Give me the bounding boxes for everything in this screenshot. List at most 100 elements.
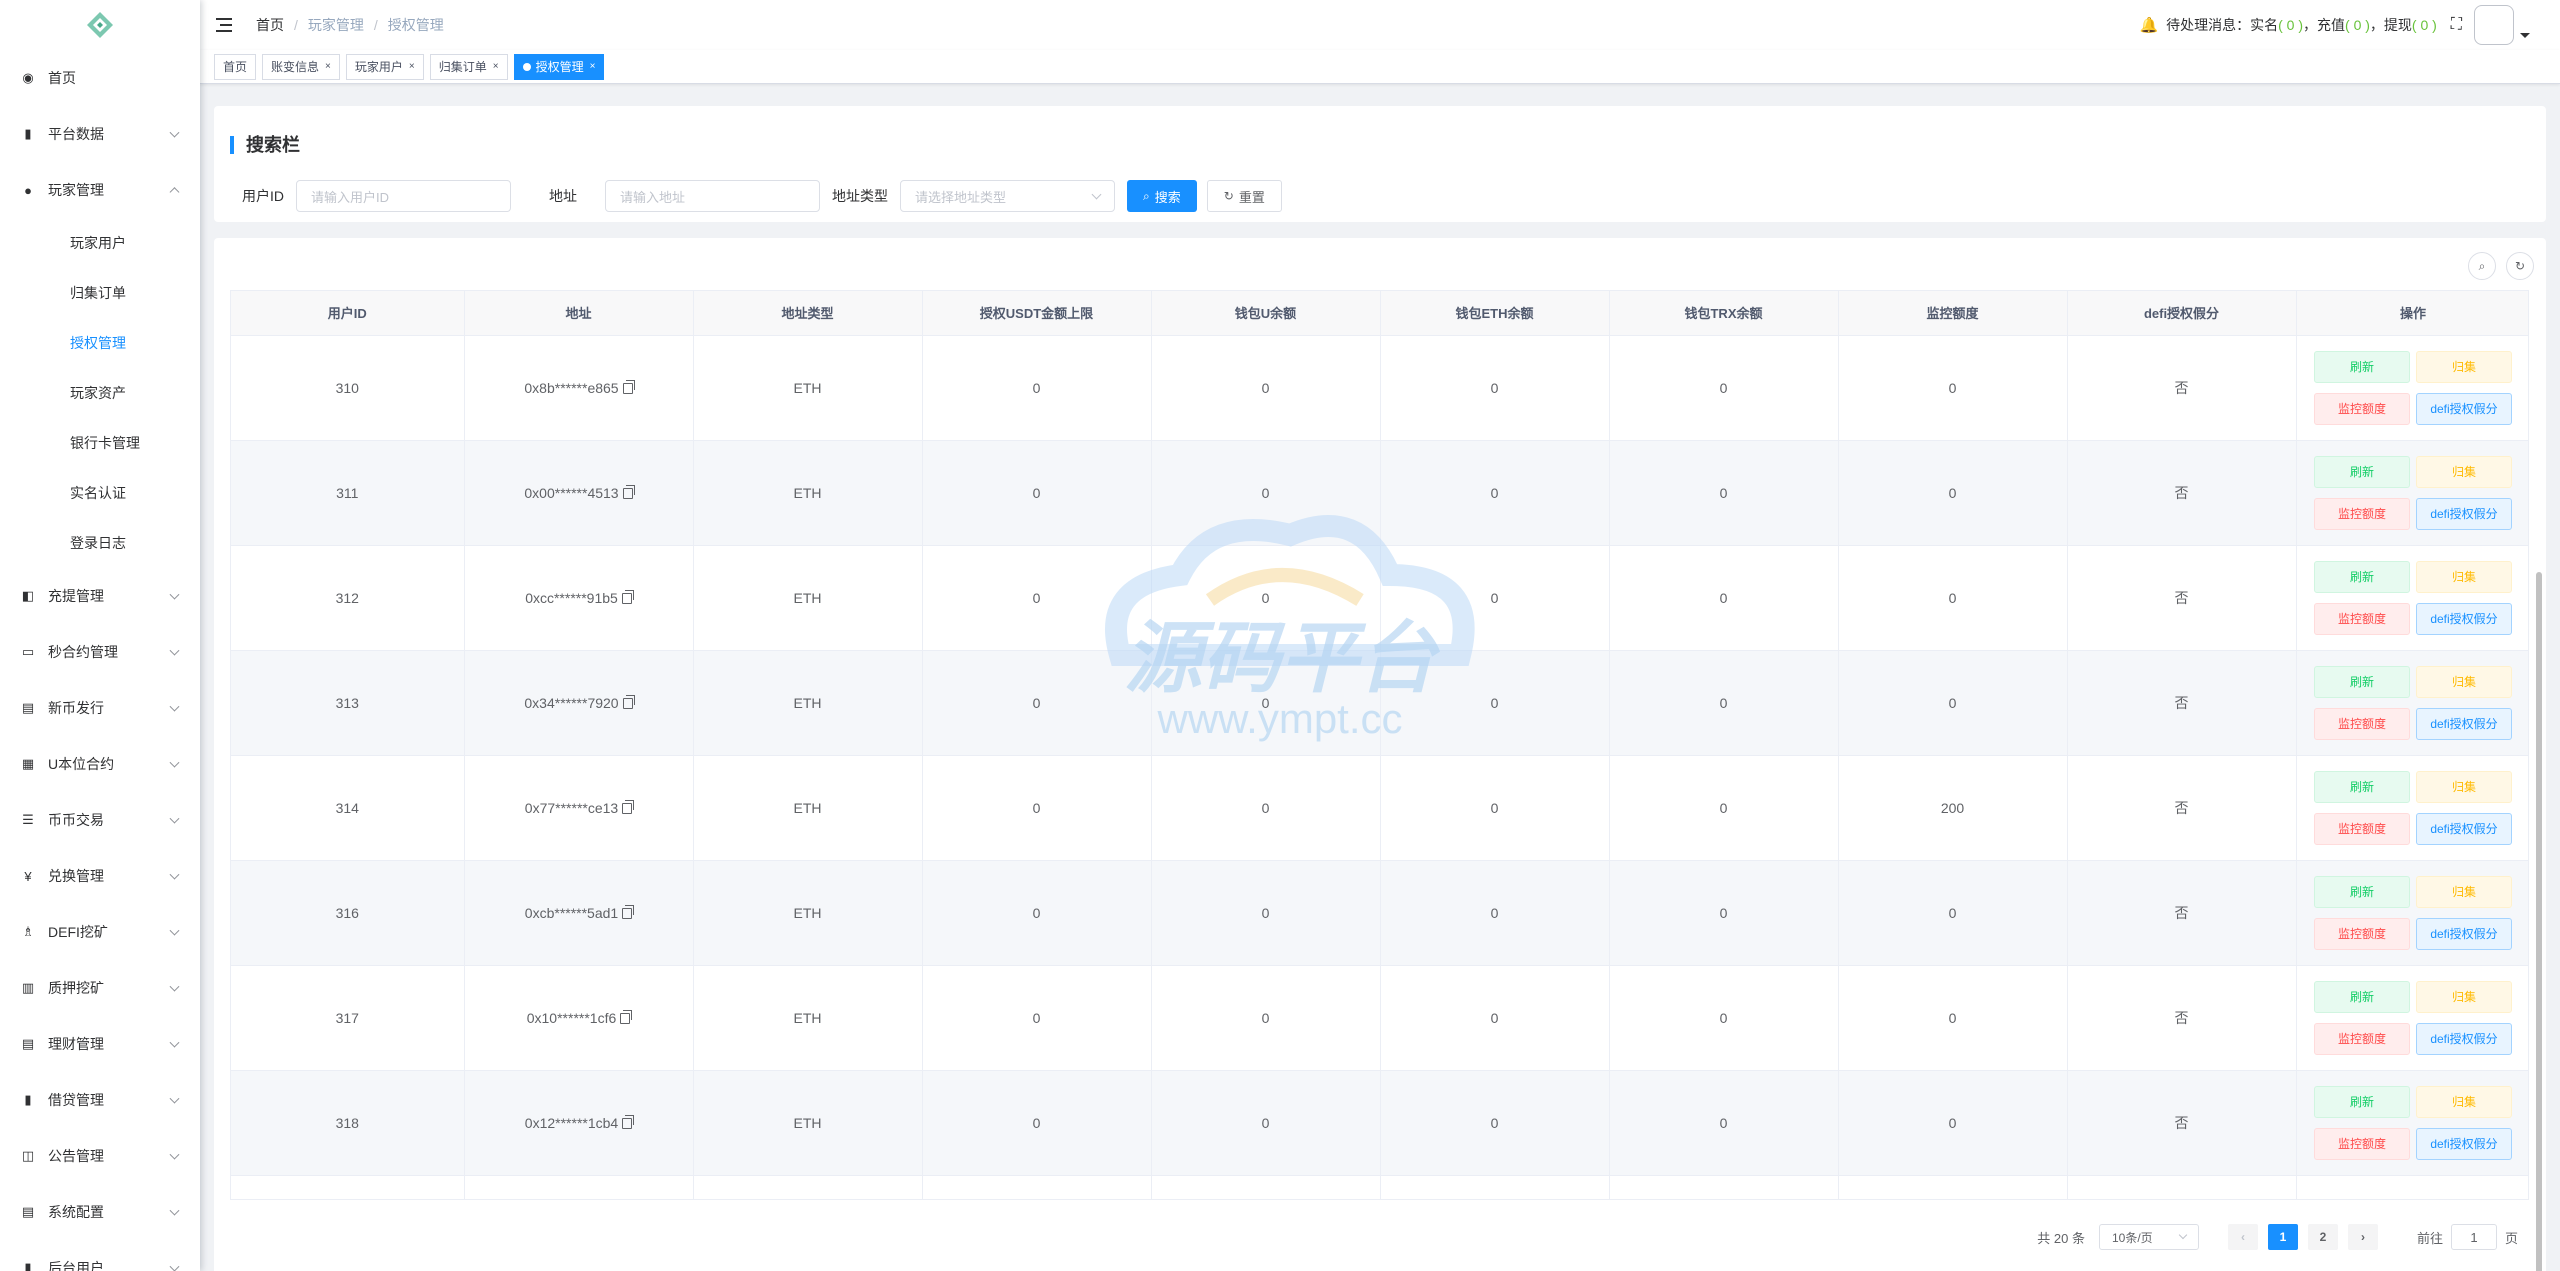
monitor-limit-button[interactable]: 监控额度 — [2314, 1022, 2410, 1055]
sidebar-subitem-4[interactable]: 银行卡管理 — [0, 418, 200, 468]
close-icon[interactable]: × — [590, 55, 596, 79]
copy-icon[interactable] — [621, 589, 634, 604]
monitor-limit-button[interactable]: 监控额度 — [2314, 392, 2410, 425]
caret-down-icon[interactable] — [2520, 32, 2530, 38]
copy-icon[interactable] — [622, 1114, 635, 1129]
pending-realname[interactable]: 实名( 0 ) — [2250, 15, 2303, 35]
defi-fake-score-button[interactable]: defi授权假分 — [2416, 1127, 2512, 1160]
tag-3[interactable]: 归集订单 × — [429, 53, 508, 80]
page-jump-input[interactable]: 1 — [2450, 1224, 2497, 1250]
refresh-button[interactable]: 刷新 — [2314, 1085, 2410, 1118]
sidebar-subitem-6[interactable]: 登录日志 — [0, 518, 200, 568]
cell-user_id — [231, 1175, 465, 1199]
monitor-limit-button[interactable]: 监控额度 — [2314, 497, 2410, 530]
pending-recharge[interactable]: 充值( 0 ) — [2317, 15, 2370, 35]
close-icon[interactable]: × — [325, 55, 331, 79]
collect-button[interactable]: 归集 — [2416, 665, 2512, 698]
close-icon[interactable]: × — [493, 55, 499, 79]
sidebar-item-6[interactable]: ▦ U本位合约 — [0, 736, 200, 792]
refresh-button[interactable]: 刷新 — [2314, 770, 2410, 803]
sidebar-item-2[interactable]: ● 玩家管理 — [0, 162, 200, 218]
page-1-button[interactable]: 1 — [2267, 1224, 2298, 1250]
tag-1[interactable]: 账变信息 × — [262, 53, 340, 80]
sidebar-subitem-2[interactable]: 授权管理 — [0, 318, 200, 368]
refresh-button[interactable]: 刷新 — [2314, 350, 2410, 383]
sidebar-item-3[interactable]: ◧ 充提管理 — [0, 568, 200, 624]
monitor-icon: ▭ — [21, 644, 35, 659]
sidebar-subitem-1[interactable]: 归集订单 — [0, 268, 200, 318]
cell-defi: 否 — [2067, 650, 2297, 756]
refresh-table-button[interactable]: ↻ — [2506, 252, 2534, 280]
monitor-limit-button[interactable]: 监控额度 — [2314, 1127, 2410, 1160]
collect-button[interactable]: 归集 — [2416, 1085, 2512, 1118]
defi-fake-score-button[interactable]: defi授权假分 — [2416, 707, 2512, 740]
reset-button[interactable]: ↻ 重置 — [1206, 180, 1282, 212]
sidebar-item-1[interactable]: ▮ 平台数据 — [0, 106, 200, 162]
sidebar-subitem-0[interactable]: 玩家用户 — [0, 218, 200, 268]
page-2-button[interactable]: 2 — [2307, 1224, 2338, 1250]
monitor-limit-button[interactable]: 监控额度 — [2314, 917, 2410, 950]
copy-icon[interactable] — [620, 1009, 633, 1024]
refresh-button[interactable]: 刷新 — [2314, 665, 2410, 698]
refresh-button[interactable]: 刷新 — [2314, 560, 2410, 593]
copy-icon[interactable] — [622, 799, 635, 814]
defi-fake-score-button[interactable]: defi授权假分 — [2416, 812, 2512, 845]
sidebar-item-13[interactable]: ◫ 公告管理 — [0, 1128, 200, 1184]
sidebar-item-4[interactable]: ▭ 秒合约管理 — [0, 624, 200, 680]
copy-icon[interactable] — [622, 484, 635, 499]
table-scrollbar[interactable] — [2536, 572, 2542, 1271]
collect-button[interactable]: 归集 — [2416, 455, 2512, 488]
collect-button[interactable]: 归集 — [2416, 875, 2512, 908]
chevron-down-icon — [169, 813, 180, 824]
defi-fake-score-button[interactable]: defi授权假分 — [2416, 602, 2512, 635]
sidebar-item-15[interactable]: ▮ 后台用户 — [0, 1240, 200, 1271]
page-size-select[interactable]: 10条/页 — [2098, 1224, 2199, 1250]
prev-page-button[interactable]: ‹ — [2227, 1224, 2258, 1250]
copy-icon[interactable] — [622, 694, 635, 709]
tag-0[interactable]: 首页 — [214, 53, 257, 80]
defi-fake-score-button[interactable]: defi授权假分 — [2416, 1022, 2512, 1055]
collect-button[interactable]: 归集 — [2416, 770, 2512, 803]
defi-fake-score-button[interactable]: defi授权假分 — [2416, 497, 2512, 530]
close-icon[interactable]: × — [409, 55, 415, 79]
sidebar-item-7[interactable]: ☰ 币币交易 — [0, 792, 200, 848]
monitor-limit-button[interactable]: 监控额度 — [2314, 602, 2410, 635]
fullscreen-icon[interactable]: ⛶ — [2451, 16, 2462, 34]
sidebar-item-8[interactable]: ¥ 兑换管理 — [0, 848, 200, 904]
hamburger-icon[interactable] — [216, 18, 232, 32]
sidebar-item-10[interactable]: ▥ 质押挖矿 — [0, 960, 200, 1016]
collect-button[interactable]: 归集 — [2416, 980, 2512, 1013]
refresh-button[interactable]: 刷新 — [2314, 875, 2410, 908]
sidebar-item-11[interactable]: ▤ 理财管理 — [0, 1016, 200, 1072]
refresh-button[interactable]: 刷新 — [2314, 980, 2410, 1013]
bell-icon[interactable]: 🔔 — [2139, 16, 2158, 34]
address-type-select[interactable]: 请选择地址类型 — [900, 180, 1115, 212]
sidebar-subitem-5[interactable]: 实名认证 — [0, 468, 200, 518]
copy-icon[interactable] — [622, 379, 635, 394]
sidebar-item-5[interactable]: ▤ 新币发行 — [0, 680, 200, 736]
breadcrumb-home[interactable]: 首页 — [256, 15, 284, 35]
collect-button[interactable]: 归集 — [2416, 350, 2512, 383]
defi-fake-score-button[interactable]: defi授权假分 — [2416, 392, 2512, 425]
sidebar-item-9[interactable]: ♗ DEFI挖矿 — [0, 904, 200, 960]
copy-icon[interactable] — [622, 904, 635, 919]
tag-4[interactable]: 授权管理 × — [513, 53, 605, 80]
avatar[interactable] — [2474, 5, 2514, 45]
search-button[interactable]: ⌕ 搜索 — [1127, 180, 1197, 212]
sidebar-item-12[interactable]: ▮ 借贷管理 — [0, 1072, 200, 1128]
monitor-limit-button[interactable]: 监控额度 — [2314, 812, 2410, 845]
user-id-input[interactable]: 请输入用户ID — [296, 180, 511, 212]
monitor-limit-button[interactable]: 监控额度 — [2314, 707, 2410, 740]
address-input[interactable]: 请输入地址 — [605, 180, 820, 212]
tag-2[interactable]: 玩家用户 × — [345, 53, 424, 80]
logo[interactable] — [0, 0, 200, 50]
refresh-button[interactable]: 刷新 — [2314, 455, 2410, 488]
sidebar-item-0[interactable]: ◉ 首页 — [0, 50, 200, 106]
sidebar-item-14[interactable]: ▤ 系统配置 — [0, 1184, 200, 1240]
collect-button[interactable]: 归集 — [2416, 560, 2512, 593]
next-page-button[interactable]: › — [2347, 1224, 2378, 1250]
toggle-search-button[interactable]: ⌕ — [2468, 252, 2496, 280]
pending-withdraw[interactable]: 提现( 0 ) — [2384, 15, 2437, 35]
sidebar-subitem-3[interactable]: 玩家资产 — [0, 368, 200, 418]
defi-fake-score-button[interactable]: defi授权假分 — [2416, 917, 2512, 950]
